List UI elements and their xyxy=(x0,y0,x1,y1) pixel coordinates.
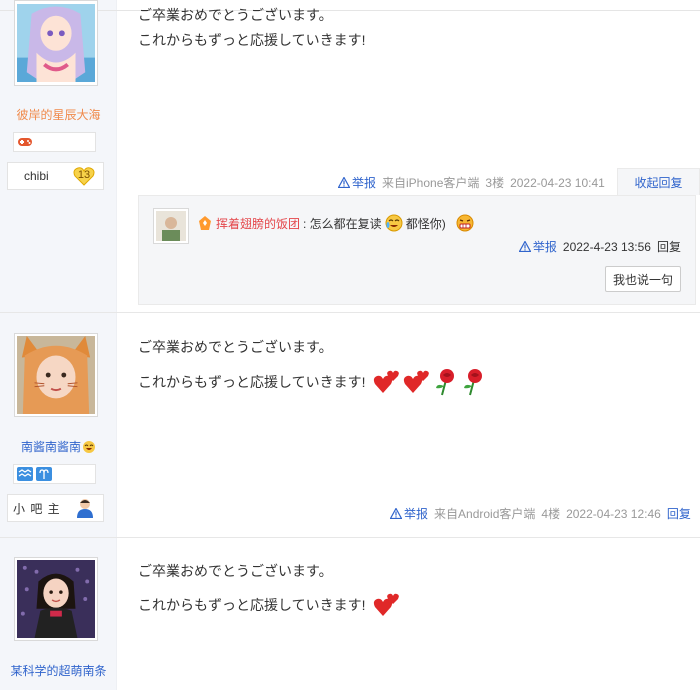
avatar[interactable] xyxy=(14,0,98,86)
warning-icon xyxy=(390,508,402,519)
laughing-emoji-icon xyxy=(83,440,95,453)
username[interactable]: 某科学的超萌南条 xyxy=(0,662,117,679)
post-divider xyxy=(0,537,700,538)
sub-avatar-image xyxy=(156,211,186,241)
post-line-2: これからもずっと応援していきます! xyxy=(138,373,366,390)
moderator-title: 小 吧 主 xyxy=(13,501,61,516)
hearts-emoji-icon xyxy=(374,593,400,616)
user-badges xyxy=(13,464,96,484)
avatar-catgirl-image xyxy=(17,336,95,414)
sub-report-link[interactable]: 举报 xyxy=(518,238,557,255)
sub-reply-avatar[interactable] xyxy=(153,208,189,244)
avatar-idol-photo-image xyxy=(17,560,95,638)
sub-reply-button[interactable]: 回复 xyxy=(657,238,681,255)
sub-reply-username[interactable]: 挥着翅膀的饭团 xyxy=(216,215,300,232)
rose-emoji-icon xyxy=(436,369,455,396)
sub-reply-panel: 挥着翅膀的饭团 : 怎么都在复读 都怪你) 举报 2022-4-23 13:56… xyxy=(138,195,696,305)
report-link[interactable]: 举报 xyxy=(390,505,428,522)
gamepad-icon[interactable] xyxy=(17,136,33,148)
post-content: ご卒業おめでとうございます。 これからもずっと応援していきます! xyxy=(138,7,365,49)
level-badge[interactable]: chibi 13 xyxy=(7,162,104,190)
sub-reply-message-end: 都怪你) xyxy=(405,216,446,231)
avatar-anime-girl-image xyxy=(17,4,95,82)
report-link[interactable]: 举报 xyxy=(338,174,376,191)
sub-reply-text: 挥着翅膀的饭团 : 怎么都在复读 都怪你) xyxy=(197,214,475,232)
add-comment-button[interactable]: 我也说一句 xyxy=(605,266,681,292)
warning-icon xyxy=(518,241,531,252)
avatar[interactable] xyxy=(14,333,98,417)
collapse-replies-button[interactable]: 收起回复 xyxy=(617,168,700,195)
hearts-emoji-icon xyxy=(374,370,400,393)
post-time: 2022-04-23 10:41 xyxy=(510,175,605,190)
level-title: chibi xyxy=(24,169,49,183)
member-crown-icon xyxy=(199,216,211,230)
level-number-badge: 13 xyxy=(73,166,95,186)
hearts-emoji-icon xyxy=(404,370,430,393)
sub-reply-time: 2022-4-23 13:56 xyxy=(562,239,651,254)
rose-emoji-icon xyxy=(464,369,483,396)
post-line-2: これからもずっと応援していきます! xyxy=(138,32,366,48)
post-meta: 举报 来自iPhone客户端 3楼 2022-04-23 10:41 xyxy=(338,174,605,191)
grimace-emoji-icon xyxy=(456,214,474,232)
sub-reply-message: : 怎么都在复读 xyxy=(303,216,382,231)
post-meta: 举报 来自Android客户端 4楼 2022-04-23 12:46 回复 xyxy=(390,505,691,522)
post-line-1: ご卒業おめでとうございます。 xyxy=(138,339,333,355)
aries-icon[interactable] xyxy=(36,467,52,481)
aquarius-icon[interactable] xyxy=(17,467,33,481)
post-time: 2022-04-23 12:46 xyxy=(566,506,661,521)
moderator-person-icon xyxy=(77,499,93,518)
user-badges xyxy=(13,132,96,152)
floor-number: 4楼 xyxy=(541,507,561,521)
floor-number: 3楼 xyxy=(485,176,505,190)
reply-button[interactable]: 回复 xyxy=(667,505,691,522)
moderator-badge[interactable]: 小 吧 主 xyxy=(7,494,104,522)
warning-icon xyxy=(338,177,350,188)
client-source: 来自iPhone客户端 xyxy=(382,176,480,190)
username[interactable]: 南酱南酱南 xyxy=(0,438,117,455)
post-divider xyxy=(0,312,700,313)
post-content: ご卒業おめでとうございます。 これからもずっと応援していきます! xyxy=(138,339,487,396)
crying-laugh-emoji-icon xyxy=(385,214,403,232)
post-line-1: ご卒業おめでとうございます。 xyxy=(138,7,333,23)
post-line-1: ご卒業おめでとうございます。 xyxy=(138,563,333,579)
sub-reply-meta: 举报 2022-4-23 13:56 回复 xyxy=(518,238,681,255)
username[interactable]: 彼岸的星辰大海 xyxy=(0,106,117,123)
post-line-2: これからもずっと応援していきます! xyxy=(138,596,366,613)
avatar[interactable] xyxy=(14,557,98,641)
client-source: 来自Android客户端 xyxy=(434,507,536,521)
post-content: ご卒業おめでとうございます。 これからもずっと応援していきます! xyxy=(138,563,401,618)
